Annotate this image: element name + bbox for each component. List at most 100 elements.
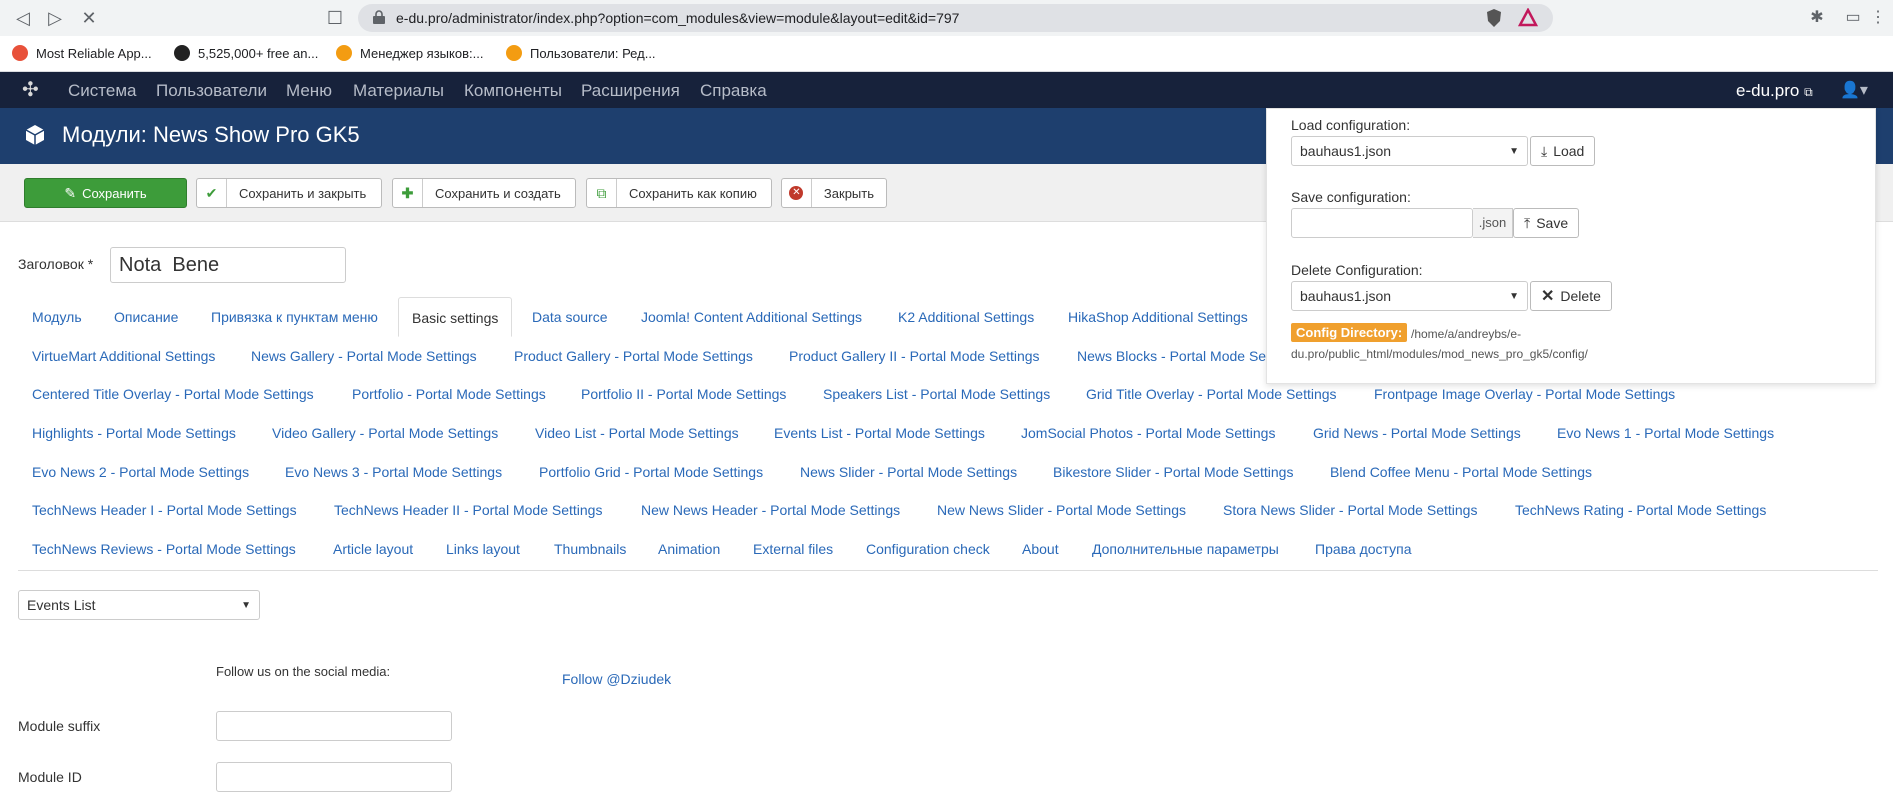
tab-news-slider[interactable]: News Slider - Portal Mode Settings — [800, 464, 1017, 480]
back-icon[interactable]: ◁ — [10, 5, 36, 31]
save-button[interactable]: ✎ Сохранить — [24, 178, 187, 208]
save-copy-button[interactable]: ⧉ Сохранить как копию — [586, 178, 772, 208]
favicon-icon — [12, 45, 28, 61]
module-id-input[interactable] — [216, 762, 452, 792]
tab-about[interactable]: About — [1022, 541, 1059, 557]
menu-help[interactable]: Справка — [700, 81, 767, 101]
tab-external-files[interactable]: External files — [753, 541, 833, 557]
save-button-label: Сохранить — [82, 185, 147, 201]
tab-portfolio-2[interactable]: Portfolio II - Portal Mode Settings — [581, 386, 786, 402]
favicon-icon — [174, 45, 190, 61]
menu-content[interactable]: Материалы — [353, 81, 444, 101]
tab-technews-reviews[interactable]: TechNews Reviews - Portal Mode Settings — [32, 541, 296, 557]
tab-module[interactable]: Модуль — [32, 309, 82, 325]
tab-technews-rating[interactable]: TechNews Rating - Portal Mode Settings — [1515, 502, 1766, 518]
tab-technews-header-2[interactable]: TechNews Header II - Portal Mode Setting… — [334, 502, 602, 518]
site-link[interactable]: e-du.pro ⧉ — [1736, 81, 1813, 101]
menu-components[interactable]: Компоненты — [464, 81, 562, 101]
menu-system[interactable]: Система — [68, 81, 136, 101]
delete-button[interactable]: ✕ Delete — [1530, 281, 1612, 311]
bookmark-star-icon[interactable]: ☐ — [322, 5, 348, 31]
tab-configuration-check[interactable]: Configuration check — [866, 541, 990, 557]
stop-icon[interactable]: ✕ — [76, 5, 102, 31]
tab-highlights[interactable]: Highlights - Portal Mode Settings — [32, 425, 236, 441]
copy-icon: ⧉ — [587, 179, 617, 207]
follow-link[interactable]: Follow @Dziudek — [562, 671, 671, 687]
site-link-label: e-du.pro — [1736, 81, 1800, 100]
delete-config-select[interactable]: bauhaus1.json ▼ — [1291, 281, 1528, 311]
tab-grid-title-overlay[interactable]: Grid Title Overlay - Portal Mode Setting… — [1086, 386, 1337, 402]
menu-menus[interactable]: Меню — [286, 81, 332, 101]
tab-joomla-content[interactable]: Joomla! Content Additional Settings — [641, 309, 862, 325]
tab-menu-assignment[interactable]: Привязка к пунктам меню — [211, 309, 378, 325]
mode-select[interactable]: Events List ▼ — [18, 590, 260, 620]
tab-basic-settings[interactable]: Basic settings — [398, 297, 513, 337]
save-new-button[interactable]: ✚ Сохранить и создать — [392, 178, 576, 208]
tab-permissions[interactable]: Права доступа — [1315, 541, 1411, 557]
forward-icon[interactable]: ▷ — [42, 5, 68, 31]
title-input[interactable]: Nota Bene — [110, 247, 346, 283]
brave-rewards-icon[interactable] — [1518, 8, 1538, 28]
address-bar[interactable]: e-du.pro/administrator/index.php?option=… — [358, 4, 1553, 32]
tab-news-blocks[interactable]: News Blocks - Portal Mode Se — [1077, 348, 1266, 364]
url-text[interactable]: e-du.pro/administrator/index.php?option=… — [396, 10, 959, 26]
tab-article-layout[interactable]: Article layout — [333, 541, 413, 557]
menu-users[interactable]: Пользователи — [156, 81, 267, 101]
tab-blend-coffee-menu[interactable]: Blend Coffee Menu - Portal Mode Settings — [1330, 464, 1592, 480]
tab-evo-news-3[interactable]: Evo News 3 - Portal Mode Settings — [285, 464, 502, 480]
tab-video-list[interactable]: Video List - Portal Mode Settings — [535, 425, 739, 441]
user-icon[interactable]: 👤▾ — [1840, 80, 1868, 100]
tab-new-news-header[interactable]: New News Header - Portal Mode Settings — [641, 502, 900, 518]
tab-jomsocial-photos[interactable]: JomSocial Photos - Portal Mode Settings — [1021, 425, 1275, 441]
tab-bikestore-slider[interactable]: Bikestore Slider - Portal Mode Settings — [1053, 464, 1293, 480]
social-media-label: Follow us on the social media: — [216, 664, 391, 679]
tab-stora-news-slider[interactable]: Stora News Slider - Portal Mode Settings — [1223, 502, 1477, 518]
x-icon: ✕ — [1541, 288, 1555, 305]
tab-product-gallery-2[interactable]: Product Gallery II - Portal Mode Setting… — [789, 348, 1040, 364]
tab-data-source[interactable]: Data source — [532, 309, 607, 325]
tab-hikashop[interactable]: HikaShop Additional Settings — [1068, 309, 1248, 325]
delete-button-label: Delete — [1560, 288, 1601, 304]
bookmark-item[interactable]: Пользователи: Ред... — [506, 45, 656, 61]
tab-events-list[interactable]: Events List - Portal Mode Settings — [774, 425, 985, 441]
tab-description[interactable]: Описание — [114, 309, 178, 325]
bookmarks-bar: Most Reliable App... 5,525,000+ free an.… — [0, 36, 1893, 72]
load-config-select[interactable]: bauhaus1.json ▼ — [1291, 136, 1528, 166]
brave-shield-icon[interactable] — [1484, 8, 1504, 28]
close-button[interactable]: ✕ Закрыть — [781, 178, 887, 208]
wallet-icon[interactable]: ▭ — [1841, 6, 1865, 30]
tab-grid-news[interactable]: Grid News - Portal Mode Settings — [1313, 425, 1521, 441]
menu-extensions[interactable]: Расширения — [581, 81, 680, 101]
tab-technews-header-1[interactable]: TechNews Header I - Portal Mode Settings — [32, 502, 297, 518]
menu-dots-icon[interactable]: ⋮ — [1866, 6, 1890, 30]
tab-new-news-slider[interactable]: New News Slider - Portal Mode Settings — [937, 502, 1186, 518]
tab-product-gallery[interactable]: Product Gallery - Portal Mode Settings — [514, 348, 753, 364]
tab-portfolio[interactable]: Portfolio - Portal Mode Settings — [352, 386, 546, 402]
tab-animation[interactable]: Animation — [658, 541, 720, 557]
load-button[interactable]: ⤓ Load — [1530, 136, 1596, 166]
save-config-button[interactable]: ⤒ Save — [1513, 208, 1580, 238]
check-icon: ✔ — [197, 179, 227, 207]
tab-frontpage-image-overlay[interactable]: Frontpage Image Overlay - Portal Mode Se… — [1374, 386, 1675, 402]
module-suffix-input[interactable] — [216, 711, 452, 741]
save-close-button[interactable]: ✔ Сохранить и закрыть — [196, 178, 382, 208]
bookmark-item[interactable]: Most Reliable App... — [12, 45, 152, 61]
tab-additional-params[interactable]: Дополнительные параметры — [1092, 541, 1279, 557]
tab-video-gallery[interactable]: Video Gallery - Portal Mode Settings — [272, 425, 498, 441]
tab-centered-title[interactable]: Centered Title Overlay - Portal Mode Set… — [32, 386, 314, 402]
bookmark-item[interactable]: 5,525,000+ free an... — [174, 45, 318, 61]
tab-speakers-list[interactable]: Speakers List - Portal Mode Settings — [823, 386, 1050, 402]
save-config-input[interactable] — [1291, 208, 1473, 238]
extensions-icon[interactable]: ✱ — [1805, 6, 1829, 30]
joomla-logo-icon[interactable]: ✣ — [22, 80, 44, 100]
tab-links-layout[interactable]: Links layout — [446, 541, 520, 557]
tab-evo-news-1[interactable]: Evo News 1 - Portal Mode Settings — [1557, 425, 1774, 441]
tab-virtuemart[interactable]: VirtueMart Additional Settings — [32, 348, 215, 364]
load-config-value: bauhaus1.json — [1300, 143, 1392, 159]
bookmark-item[interactable]: Менеджер языков:... — [336, 45, 483, 61]
tab-thumbnails[interactable]: Thumbnails — [554, 541, 626, 557]
tab-portfolio-grid[interactable]: Portfolio Grid - Portal Mode Settings — [539, 464, 763, 480]
tab-evo-news-2[interactable]: Evo News 2 - Portal Mode Settings — [32, 464, 249, 480]
tab-news-gallery[interactable]: News Gallery - Portal Mode Settings — [251, 348, 477, 364]
tab-k2[interactable]: K2 Additional Settings — [898, 309, 1034, 325]
